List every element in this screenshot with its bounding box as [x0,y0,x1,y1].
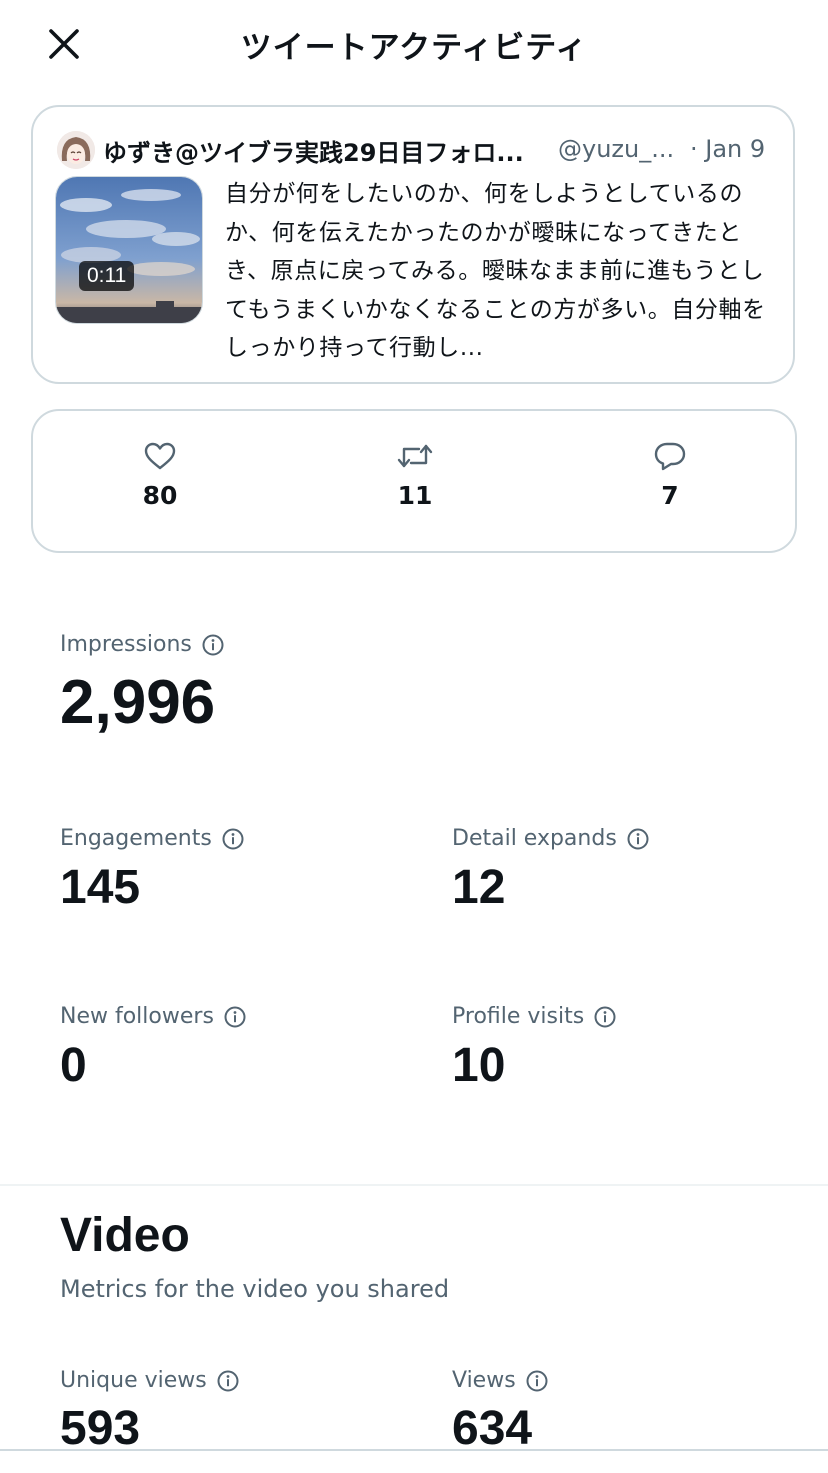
info-icon[interactable] [222,828,244,850]
video-section-subtitle: Metrics for the video you shared [60,1275,450,1303]
views-label: Views [452,1368,548,1393]
video-duration: 0:11 [79,261,135,291]
video-section-title: Video [60,1209,190,1262]
tweet-card[interactable]: ゆずき@ツイブラ実践29日目フォロ... @yuzu_... · Jan 9 0… [31,105,795,384]
retweets-count: 11 [397,481,433,510]
unique-views-label: Unique views [60,1368,239,1393]
replies-stat[interactable]: 7 [615,441,725,510]
page-title: ツイートアクティビティ [240,30,588,66]
likes-count: 80 [142,481,178,510]
sky-image [56,177,202,323]
profile-visits-value: 10 [452,1039,506,1092]
likes-stat[interactable]: 80 [105,441,215,510]
avatar[interactable] [57,131,95,169]
section-divider [0,1184,828,1186]
author-name[interactable]: ゆずき@ツイブラ実践29日目フォロ... [103,133,551,171]
detail-expands-value: 12 [452,861,506,914]
tweet-text: 自分が何をしたいのか、何をしようとしているのか、何を伝えたかったのかが曖昧になっ… [225,181,766,361]
bottom-divider [0,1449,828,1451]
new-followers-label: New followers [60,1004,246,1029]
info-icon[interactable] [594,1006,616,1028]
unique-views-value: 593 [60,1402,141,1455]
info-icon[interactable] [526,1370,548,1392]
replies-count: 7 [661,481,679,510]
engagement-summary: 80 11 7 [31,409,797,553]
new-followers-label-text: New followers [60,1004,214,1029]
views-label-text: Views [452,1368,516,1393]
engagements-label: Engagements [60,826,244,851]
video-thumbnail[interactable]: 0:11 [55,176,203,324]
heart-icon [144,442,176,470]
retweet-icon [397,444,433,468]
views-value: 634 [452,1402,533,1455]
detail-expands-label: Detail expands [452,826,649,851]
profile-visits-label-text: Profile visits [452,1004,585,1029]
unique-views-label-text: Unique views [60,1368,207,1393]
retweets-stat[interactable]: 11 [360,441,470,510]
impressions-value: 2,996 [60,668,216,737]
header: ツイートアクティビティ [0,0,828,90]
tweet-date: · Jan 9 [690,135,766,163]
info-icon[interactable] [627,828,649,850]
new-followers-value: 0 [60,1039,87,1092]
author-handle[interactable]: @yuzu_... [558,135,676,173]
reply-icon [654,442,686,471]
profile-visits-label: Profile visits [452,1004,616,1029]
impressions-label-text: Impressions [60,632,192,657]
engagements-value: 145 [60,861,141,914]
info-icon[interactable] [224,1006,246,1028]
impressions-label: Impressions [60,632,224,657]
info-icon[interactable] [202,634,224,656]
info-icon[interactable] [217,1370,239,1392]
engagements-label-text: Engagements [60,826,212,851]
detail-expands-label-text: Detail expands [452,826,617,851]
